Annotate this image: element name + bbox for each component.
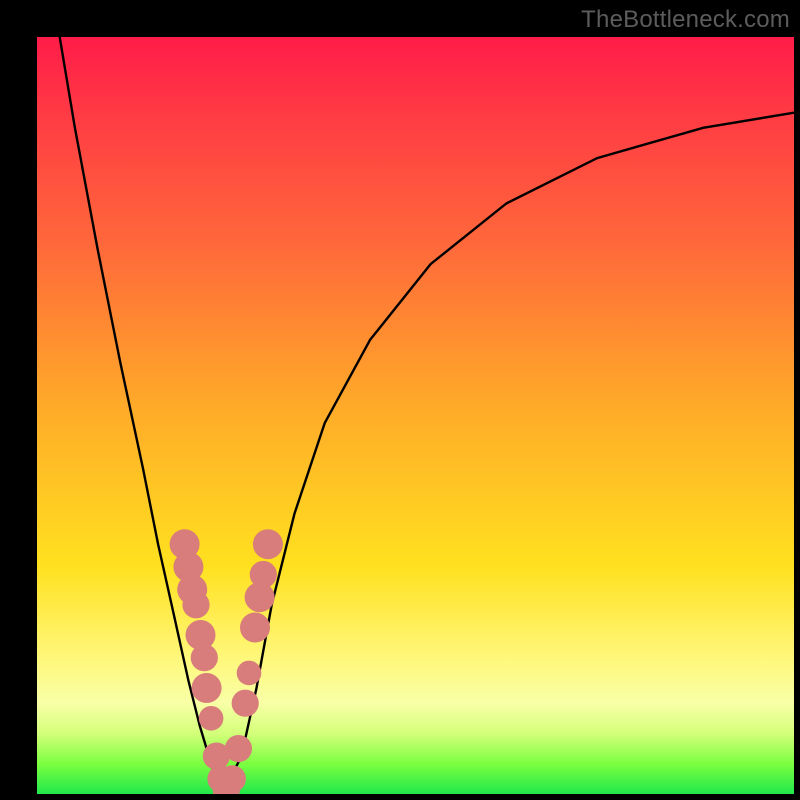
bottleneck-curve: [60, 37, 794, 786]
highlight-dots: [170, 529, 283, 794]
highlight-dot: [182, 591, 209, 618]
highlight-dot: [237, 661, 262, 686]
highlight-dot: [192, 673, 222, 703]
highlight-dot: [232, 690, 259, 717]
highlight-dot: [250, 561, 277, 588]
outer-frame: TheBottleneck.com: [0, 0, 800, 800]
highlight-dot: [219, 765, 246, 792]
highlight-dot: [253, 529, 283, 559]
highlight-dot: [199, 706, 224, 731]
highlight-dot: [225, 735, 252, 762]
plot-area: [37, 37, 794, 794]
watermark-text: TheBottleneck.com: [581, 6, 790, 34]
highlight-dot: [240, 613, 270, 643]
highlight-dot: [191, 644, 218, 671]
chart-svg: [37, 37, 794, 794]
